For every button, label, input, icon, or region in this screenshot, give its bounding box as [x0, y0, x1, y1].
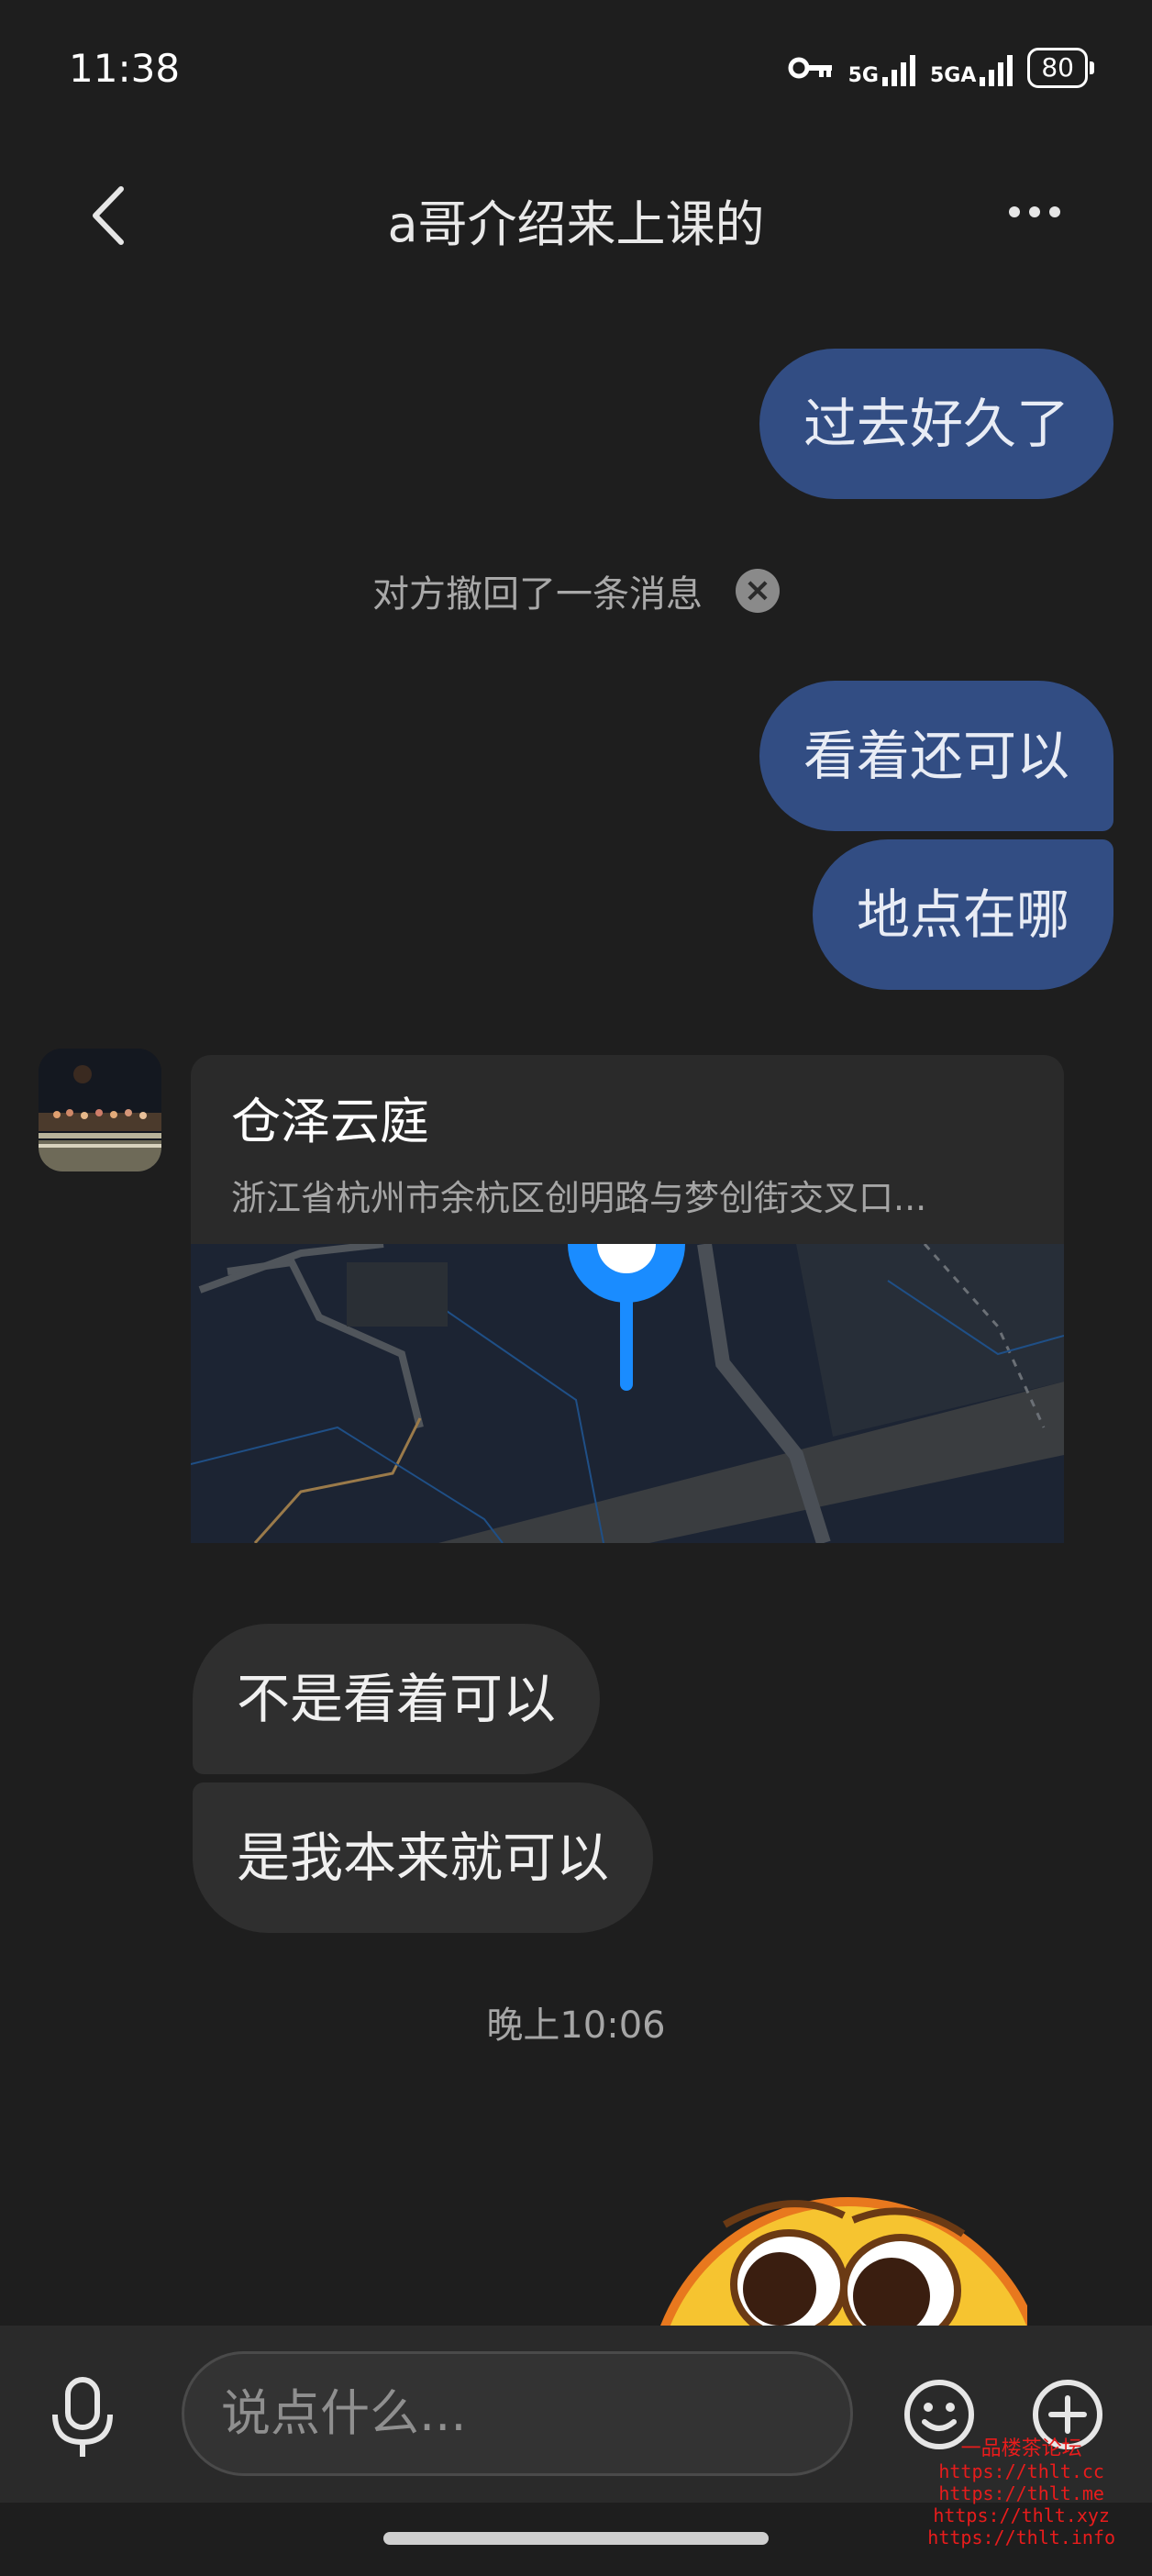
emoji-sticker[interactable]	[660, 2188, 1027, 2326]
status-time: 11:38	[69, 46, 181, 91]
network-label: 5GA	[929, 64, 977, 87]
watermark-url: https://thlt.me	[938, 2482, 1104, 2504]
message-incoming[interactable]: 是我本来就可以	[193, 1782, 654, 1933]
more-options-icon[interactable]	[1009, 206, 1060, 217]
signal-5g: 5G	[848, 50, 915, 86]
message-outgoing[interactable]: 过去好久了	[759, 349, 1113, 499]
microphone-icon[interactable]	[46, 2376, 119, 2459]
location-header: 仓泽云庭 浙江省杭州市余杭区创明路与梦创街交叉口...	[191, 1055, 1064, 1244]
recalled-text: 对方撤回了一条消息	[372, 573, 703, 616]
message-timestamp: 晚上10:06	[486, 2004, 666, 2047]
watermark-url: https://thlt.xyz	[933, 2504, 1110, 2526]
watermark: 一品楼茶论坛 https://thlt.cc https://thlt.me h…	[927, 2437, 1115, 2549]
home-indicator[interactable]	[383, 2532, 769, 2545]
message-outgoing[interactable]: 地点在哪	[812, 839, 1113, 990]
chat-title: a哥介绍来上课的	[387, 195, 765, 253]
message-incoming[interactable]: 不是看着可以	[193, 1624, 601, 1774]
signal-bars-icon	[881, 50, 915, 86]
status-icons: 5G 5GA 80	[788, 48, 1094, 88]
signal-bars-icon	[980, 50, 1014, 86]
location-name: 仓泽云庭	[231, 1093, 429, 1150]
watermark-title: 一品楼茶论坛	[960, 2437, 1082, 2460]
map-preview[interactable]	[191, 1185, 1064, 1543]
location-address: 浙江省杭州市余杭区创明路与梦创街交叉口...	[231, 1178, 927, 1218]
watermark-url: https://thlt.cc	[938, 2460, 1104, 2482]
message-outgoing[interactable]: 看着还可以	[759, 681, 1113, 831]
battery-icon: 80	[1027, 48, 1094, 88]
watermark-url: https://thlt.info	[927, 2526, 1115, 2548]
location-card[interactable]: 仓泽云庭 浙江省杭州市余杭区创明路与梦创街交叉口...	[191, 1055, 1064, 1543]
message-input[interactable]: 说点什么...	[182, 2351, 853, 2476]
avatar[interactable]	[39, 1049, 161, 1171]
recalled-message-notice: 对方撤回了一条消息 ×	[0, 564, 1152, 617]
network-label: 5G	[847, 64, 879, 87]
signal-5ga: 5GA	[929, 50, 1014, 87]
close-icon[interactable]: ×	[736, 569, 780, 613]
key-icon	[788, 57, 832, 79]
